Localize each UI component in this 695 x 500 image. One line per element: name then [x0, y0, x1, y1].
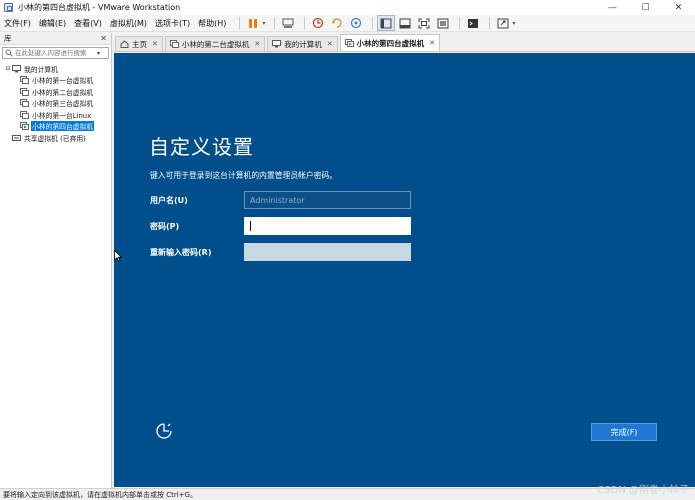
tree-label: 共享虚拟机 (已弃用) [24, 134, 86, 143]
status-text: 要将输入定向到该虚拟机，请在虚拟机内部单击或按 Ctrl+G。 [3, 490, 197, 499]
library-panel: 库 ✕ ▾ ⊟ 我的计算机 小林的第一台虚拟机 小林的第二台虚拟机 [0, 33, 112, 488]
toolbar-separator [372, 17, 374, 29]
vm-icon [344, 39, 354, 47]
tab-vm-4[interactable]: 小林的第四台虚拟机 ✕ [339, 34, 440, 51]
tree-label: 我的计算机 [24, 65, 58, 74]
minimize-button[interactable]: — [596, 0, 629, 15]
computer-icon [12, 64, 21, 73]
window-controls: — ☐ ✕ [596, 0, 695, 15]
toolbar-separator [239, 17, 241, 29]
text-caret [250, 221, 251, 231]
oobe-title: 自定义设置 [149, 135, 254, 159]
library-search-input[interactable] [15, 49, 95, 57]
send-keys-icon[interactable] [280, 16, 296, 30]
tree-item-vm[interactable]: 小林的第二台虚拟机 [0, 86, 111, 98]
username-label: 用户名(U) [150, 196, 188, 205]
menu-tabs[interactable]: 选项卡(T) [155, 18, 190, 29]
vm-icon [20, 110, 29, 119]
search-dropdown-icon[interactable]: ▾ [97, 50, 100, 57]
maximize-button[interactable]: ☐ [629, 0, 662, 15]
vm-console[interactable]: 自定义设置 键入可用于登录到这台计算机的内置管理员帐户密码。 用户名(U) 密码… [114, 53, 695, 487]
tree-item-vm[interactable]: 小林的第三台虚拟机 [0, 98, 111, 110]
tree-item-vm[interactable]: 小林的第一台Linux [0, 109, 111, 121]
vm-icon [20, 76, 29, 85]
search-icon [3, 49, 15, 57]
library-search: ▾ [2, 47, 109, 59]
close-button[interactable]: ✕ [662, 0, 695, 15]
toolbar-separator [489, 17, 491, 29]
status-bar: 要将输入定向到该虚拟机，请在虚拟机内部单击或按 Ctrl+G。 [0, 488, 695, 500]
watermark: CSDN @刚卷小林子 [597, 485, 689, 496]
tree-item-shared-vms[interactable]: 共享虚拟机 (已弃用) [0, 132, 111, 144]
password-field[interactable] [244, 217, 411, 235]
confirm-password-field[interactable] [244, 243, 411, 261]
tree-label: 小林的第三台虚拟机 [32, 100, 94, 109]
console-icon[interactable] [465, 16, 481, 30]
tab-label: 我的计算机 [284, 39, 322, 49]
toolbar-separator [304, 17, 306, 29]
stretch-dropdown-icon[interactable]: ▾ [512, 20, 515, 27]
vmware-app-icon [4, 3, 13, 12]
vm-icon [20, 99, 29, 108]
full-screen-icon[interactable] [416, 16, 432, 30]
ease-of-access-icon[interactable] [154, 421, 174, 441]
tab-close-icon[interactable]: ✕ [254, 40, 260, 48]
menu-toolbar: 文件(F) 编辑(E) 查看(V) 虚拟机(M) 选项卡(T) 帮助(H) ▾ … [0, 15, 695, 32]
menu-help[interactable]: 帮助(H) [198, 18, 226, 29]
tree-label: 小林的第一台虚拟机 [32, 77, 94, 86]
password-label: 密码(P) [150, 222, 180, 231]
tab-close-icon[interactable]: ✕ [327, 40, 333, 48]
vm-icon [20, 87, 29, 96]
tab-vm-2[interactable]: 小林的第二台虚拟机 ✕ [164, 36, 266, 51]
confirm-password-label: 重新输入密码(R) [150, 248, 212, 257]
library-title: 库 [4, 34, 12, 43]
oobe-instruction: 键入可用于登录到这台计算机的内置管理员帐户密码。 [150, 171, 338, 180]
title-bar: 小林的第四台虚拟机 - VMware Workstation — ☐ ✕ [0, 0, 695, 15]
menu-vm[interactable]: 虚拟机(M) [110, 18, 147, 29]
tab-bar: 主页 ✕ 小林的第二台虚拟机 ✕ 我的计算机 ✕ 小林的第四台虚拟机 ✕ [113, 33, 695, 52]
tab-my-computer[interactable]: 我的计算机 ✕ [267, 36, 338, 51]
pause-dropdown-icon[interactable]: ▾ [262, 20, 265, 27]
tab-close-icon[interactable]: ✕ [152, 40, 158, 48]
tab-home[interactable]: 主页 ✕ [115, 36, 163, 51]
finish-button[interactable]: 完成(F) [591, 423, 657, 441]
computer-icon [272, 40, 282, 48]
thumbnail-bar-icon[interactable] [397, 16, 413, 30]
snapshot-icon[interactable] [310, 16, 326, 30]
menu-edit[interactable]: 编辑(E) [39, 18, 66, 29]
tree-item-vm[interactable]: 小林的第一台虚拟机 [0, 75, 111, 87]
running-vm-icon [20, 122, 29, 131]
mouse-pointer-icon [114, 249, 123, 264]
snapshot-manager-icon[interactable] [348, 16, 364, 30]
revert-snapshot-icon[interactable] [329, 16, 345, 30]
tree-label: 小林的第二台虚拟机 [32, 88, 94, 97]
tab-label: 小林的第二台虚拟机 [181, 39, 250, 49]
tree-item-vm-selected[interactable]: 小林的第四台虚拟机 [0, 121, 111, 133]
toolbar-separator [459, 17, 461, 29]
sidebar-toggle-icon[interactable] [377, 15, 396, 31]
vm-icon [169, 40, 179, 48]
library-close-icon[interactable]: ✕ [100, 34, 107, 43]
tab-close-icon[interactable]: ✕ [429, 39, 435, 47]
library-header: 库 ✕ [0, 33, 111, 45]
menu-file[interactable]: 文件(F) [4, 18, 31, 29]
home-icon [120, 40, 129, 48]
tree-item-my-computer[interactable]: ⊟ 我的计算机 [0, 63, 111, 75]
tab-label: 小林的第四台虚拟机 [356, 38, 425, 48]
stretch-icon[interactable] [495, 16, 511, 30]
unity-icon[interactable] [435, 16, 451, 30]
pause-icon[interactable] [245, 16, 261, 30]
tree-label: 小林的第四台虚拟机 [31, 121, 95, 132]
username-field[interactable] [244, 191, 411, 209]
menu-view[interactable]: 查看(V) [74, 18, 102, 29]
shared-vms-icon [12, 134, 21, 142]
collapse-icon[interactable]: ⊟ [4, 65, 12, 72]
toolbar-separator [274, 17, 276, 29]
tab-label: 主页 [132, 39, 147, 49]
tree-label: 小林的第一台Linux [32, 111, 92, 120]
library-tree: ⊟ 我的计算机 小林的第一台虚拟机 小林的第二台虚拟机 小林的第三台虚拟机 小林… [0, 63, 111, 144]
window-title: 小林的第四台虚拟机 - VMware Workstation [18, 3, 181, 12]
